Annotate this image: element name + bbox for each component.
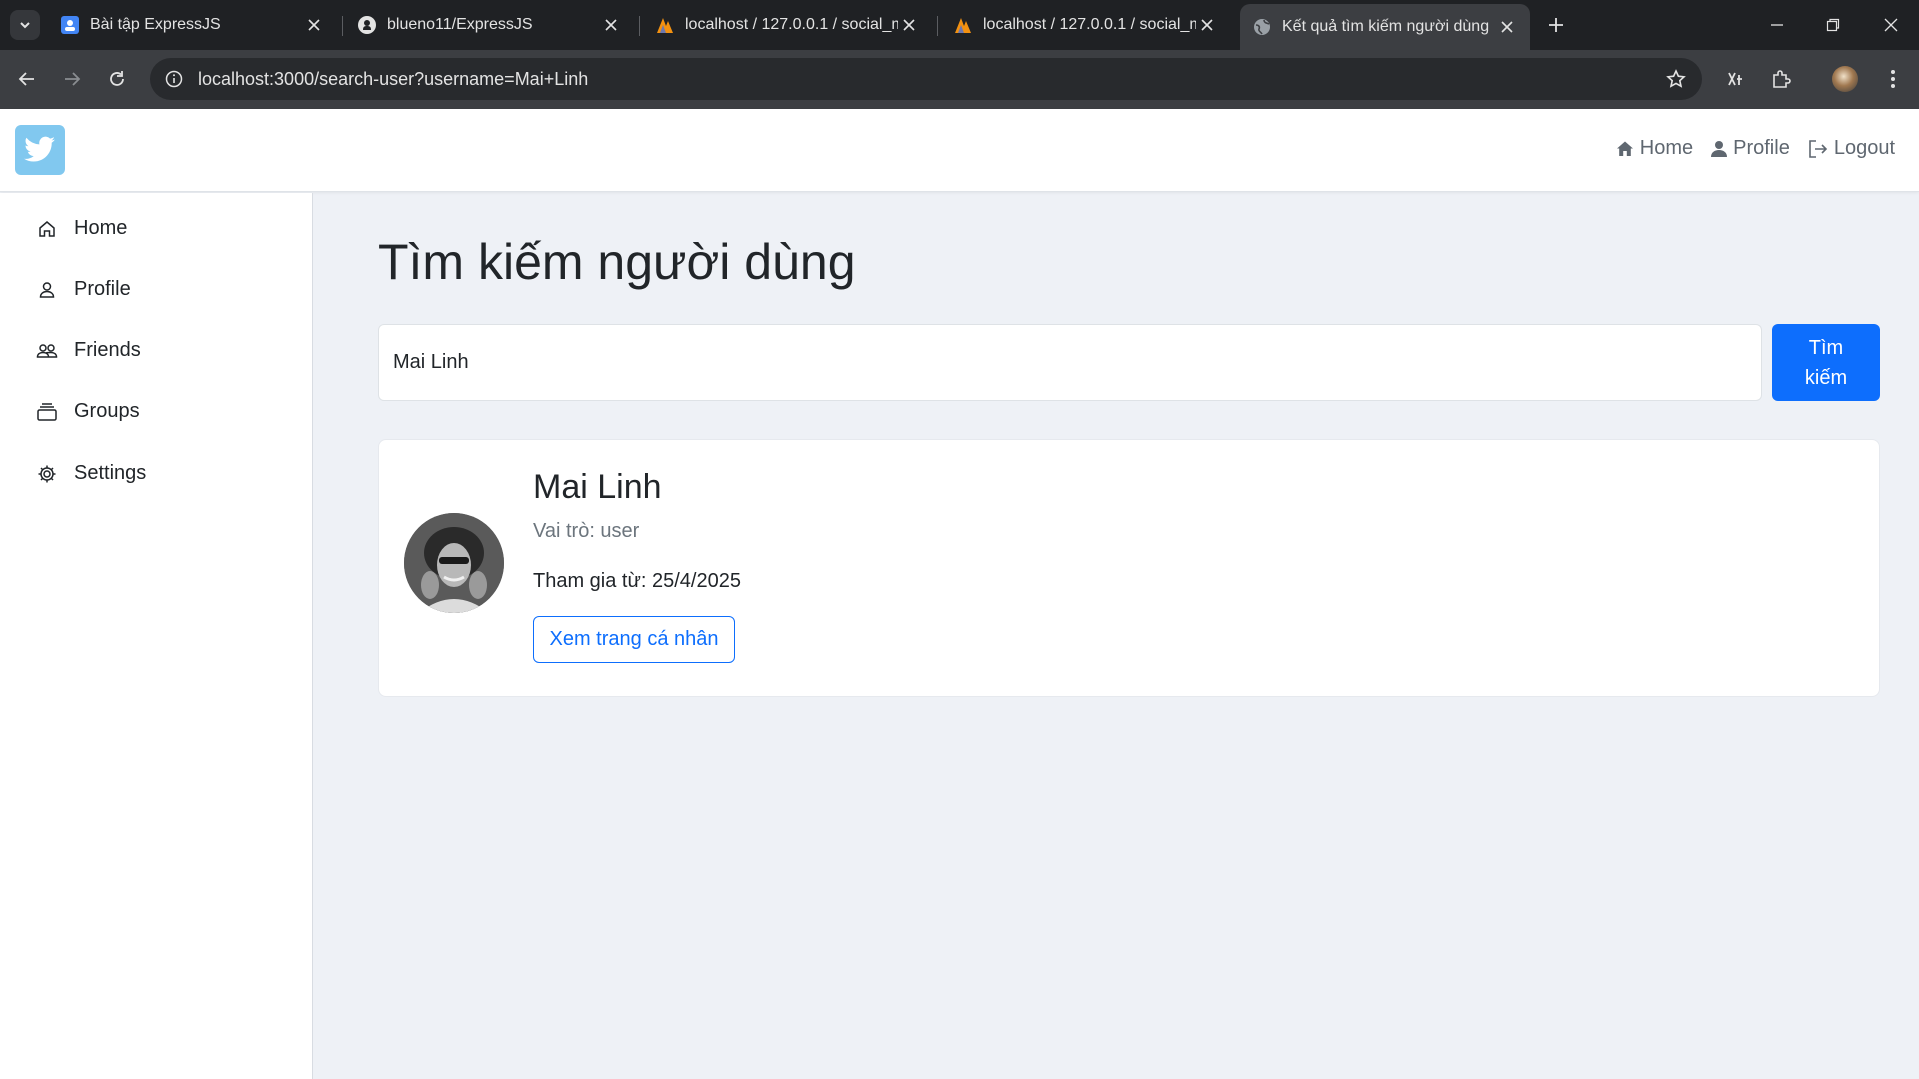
bookmark-star-icon[interactable] [1664, 67, 1688, 91]
new-tab-button[interactable] [1543, 12, 1569, 38]
user-icon [36, 279, 58, 301]
close-icon[interactable] [1496, 16, 1518, 38]
plus-icon [1549, 18, 1563, 32]
reload-button[interactable] [102, 64, 132, 94]
browser-menu-button[interactable] [1878, 64, 1908, 94]
user-joined-date: Tham gia từ: 25/4/2025 [533, 570, 741, 592]
forward-button[interactable] [57, 64, 87, 94]
tab-separator [937, 16, 938, 36]
globe-icon [1252, 17, 1272, 37]
docs-icon [60, 15, 80, 35]
search-button[interactable]: Tìm kiếm [1772, 324, 1880, 401]
avatar [1832, 66, 1858, 92]
sidebar-item-friends[interactable]: Friends [36, 339, 141, 362]
address-bar[interactable]: localhost:3000/search-user?username=Mai+… [150, 58, 1702, 100]
extension-icon[interactable] [1720, 64, 1750, 94]
close-window-button[interactable] [1876, 10, 1906, 40]
minimize-icon [1771, 24, 1783, 26]
user-result-card: Mai Linh Vai trò: user Tham gia từ: 25/4… [378, 439, 1880, 697]
close-icon[interactable] [1196, 14, 1218, 36]
user-role: Vai trò: user [533, 520, 640, 542]
chevron-down-icon [20, 22, 30, 29]
browser-tab[interactable]: localhost / 127.0.0.1 / social_me [645, 8, 930, 42]
kebab-menu-icon [1891, 70, 1895, 88]
sidebar-item-label: Friends [74, 339, 141, 361]
browser-toolbar: localhost:3000/search-user?username=Mai+… [0, 50, 1919, 109]
search-input[interactable] [378, 324, 1762, 401]
url-text[interactable]: localhost:3000/search-user?username=Mai+… [198, 69, 588, 90]
phpmyadmin-icon [953, 15, 973, 35]
user-name: Mai Linh [533, 468, 662, 506]
phpmyadmin-icon [655, 15, 675, 35]
tab-title: localhost / 127.0.0.1 / social_me [983, 16, 1196, 33]
site-header: Home Profile Logout [0, 109, 1919, 192]
arrow-right-icon [65, 72, 81, 86]
top-nav-logout-label: Logout [1833, 137, 1895, 159]
friends-icon [36, 340, 58, 362]
github-icon [357, 15, 377, 35]
minimize-button[interactable] [1762, 10, 1792, 40]
sidebar-item-groups[interactable]: Groups [36, 400, 140, 423]
tab-title: blueno11/ExpressJS [387, 16, 533, 33]
top-nav-home[interactable]: Home [1616, 137, 1693, 160]
web-page: Home Profile Logout Home Profile Friends [0, 109, 1919, 1079]
profile-avatar[interactable] [1830, 64, 1860, 94]
sidebar-item-label: Home [74, 217, 128, 239]
tab-separator [639, 16, 640, 36]
browser-tab[interactable]: blueno11/ExpressJS [347, 8, 632, 42]
restore-icon [1826, 18, 1840, 32]
sidebar-item-label: Groups [74, 400, 140, 422]
top-nav: Home Profile Logout [1598, 137, 1895, 160]
sidebar-item-profile[interactable]: Profile [36, 278, 131, 301]
sidebar-item-label: Profile [74, 278, 131, 300]
restore-button[interactable] [1818, 10, 1848, 40]
logout-icon [1809, 139, 1827, 158]
tab-title: localhost / 127.0.0.1 / social_me [685, 16, 898, 33]
extensions-puzzle-icon[interactable] [1766, 64, 1796, 94]
browser-tab[interactable]: Bài tập ExpressJS [50, 8, 335, 42]
home-icon [1616, 141, 1633, 156]
twitter-bird-icon [24, 136, 55, 162]
close-icon[interactable] [303, 14, 325, 36]
top-nav-profile-label: Profile [1733, 137, 1790, 159]
home-icon [36, 218, 58, 240]
top-nav-profile[interactable]: Profile [1711, 137, 1790, 160]
tab-separator [342, 16, 343, 36]
top-nav-home-label: Home [1639, 137, 1694, 159]
browser-tab-bar: Bài tập ExpressJS blueno11/ExpressJS loc… [0, 0, 1919, 50]
sidebar-item-home[interactable]: Home [36, 217, 127, 240]
tab-search-button[interactable] [10, 10, 40, 40]
browser-tab-active[interactable]: Kết quả tìm kiếm người dùng [1240, 4, 1530, 50]
gear-icon [36, 463, 58, 485]
site-info-icon[interactable] [162, 67, 186, 91]
browser-tab[interactable]: localhost / 127.0.0.1 / social_me [943, 8, 1228, 42]
sidebar-item-settings[interactable]: Settings [36, 462, 146, 485]
avatar [404, 513, 504, 613]
user-icon [1711, 140, 1728, 157]
close-icon [1884, 18, 1898, 32]
groups-icon [36, 401, 58, 423]
tab-title: Kết quả tìm kiếm người dùng [1282, 18, 1490, 35]
tab-title: Bài tập ExpressJS [90, 16, 221, 33]
sidebar-item-label: Settings [74, 462, 147, 484]
reload-icon [110, 71, 124, 86]
close-icon[interactable] [600, 14, 622, 36]
arrow-left-icon [18, 72, 34, 86]
sidebar: Home Profile Friends Groups Settings [0, 193, 313, 1079]
twitter-logo[interactable] [15, 125, 65, 175]
back-button[interactable] [12, 64, 42, 94]
view-profile-button[interactable]: Xem trang cá nhân [533, 616, 735, 663]
close-icon[interactable] [898, 14, 920, 36]
top-nav-logout[interactable]: Logout [1808, 137, 1895, 160]
page-title: Tìm kiếm người dùng [378, 234, 856, 290]
